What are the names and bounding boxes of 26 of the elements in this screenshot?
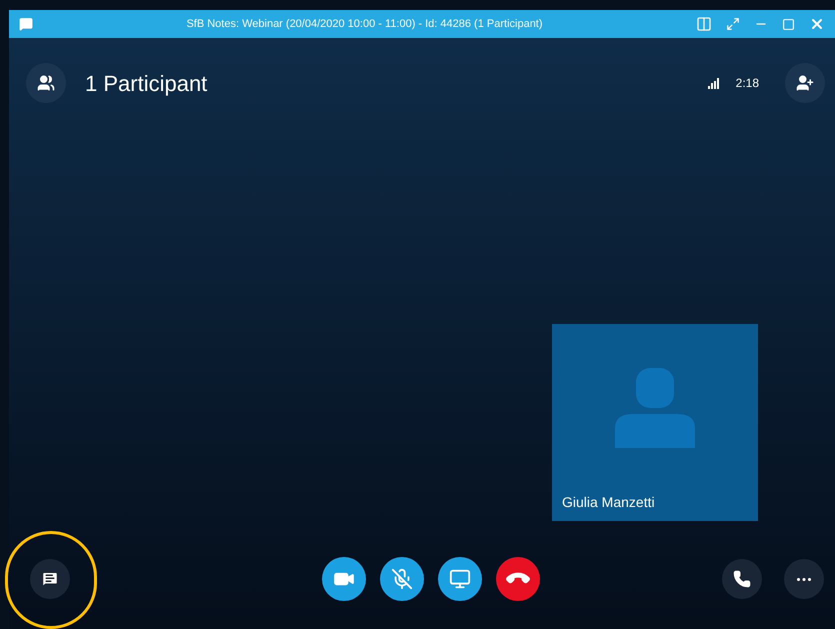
chat-button[interactable]: [30, 559, 70, 599]
participant-count: 1 Participant: [85, 70, 208, 98]
maximize-icon[interactable]: [782, 18, 795, 30]
chat-bubble-icon: [41, 570, 59, 588]
call-controls-button[interactable]: [722, 559, 762, 599]
microphone-button[interactable]: [380, 557, 424, 601]
people-icon: [37, 74, 55, 92]
muted-microphone-icon: [391, 568, 413, 590]
close-icon[interactable]: [809, 16, 825, 32]
call-duration: 2:18: [736, 75, 759, 92]
full-screen-icon[interactable]: [726, 17, 740, 31]
participants-button[interactable]: [26, 63, 66, 103]
screen-share-button[interactable]: [438, 557, 482, 601]
video-button[interactable]: [322, 557, 366, 601]
phone-icon: [733, 570, 751, 588]
add-person-icon: [796, 74, 814, 92]
participant-name: Giulia Manzetti: [562, 493, 655, 512]
hang-up-button[interactable]: [496, 557, 540, 601]
signal-strength-icon: [708, 77, 722, 89]
add-participant-button[interactable]: [785, 63, 825, 103]
ellipsis-icon: [797, 578, 811, 580]
chat-bubble-icon: [19, 17, 33, 31]
monitor-icon: [449, 568, 471, 590]
layout-icon[interactable]: [696, 16, 712, 32]
window-title: SfB Notes: Webinar (20/04/2020 10:00 - 11:00) - Id: 44286 (1 Participant): [186, 16, 543, 32]
person-silhouette-icon: [615, 368, 695, 448]
